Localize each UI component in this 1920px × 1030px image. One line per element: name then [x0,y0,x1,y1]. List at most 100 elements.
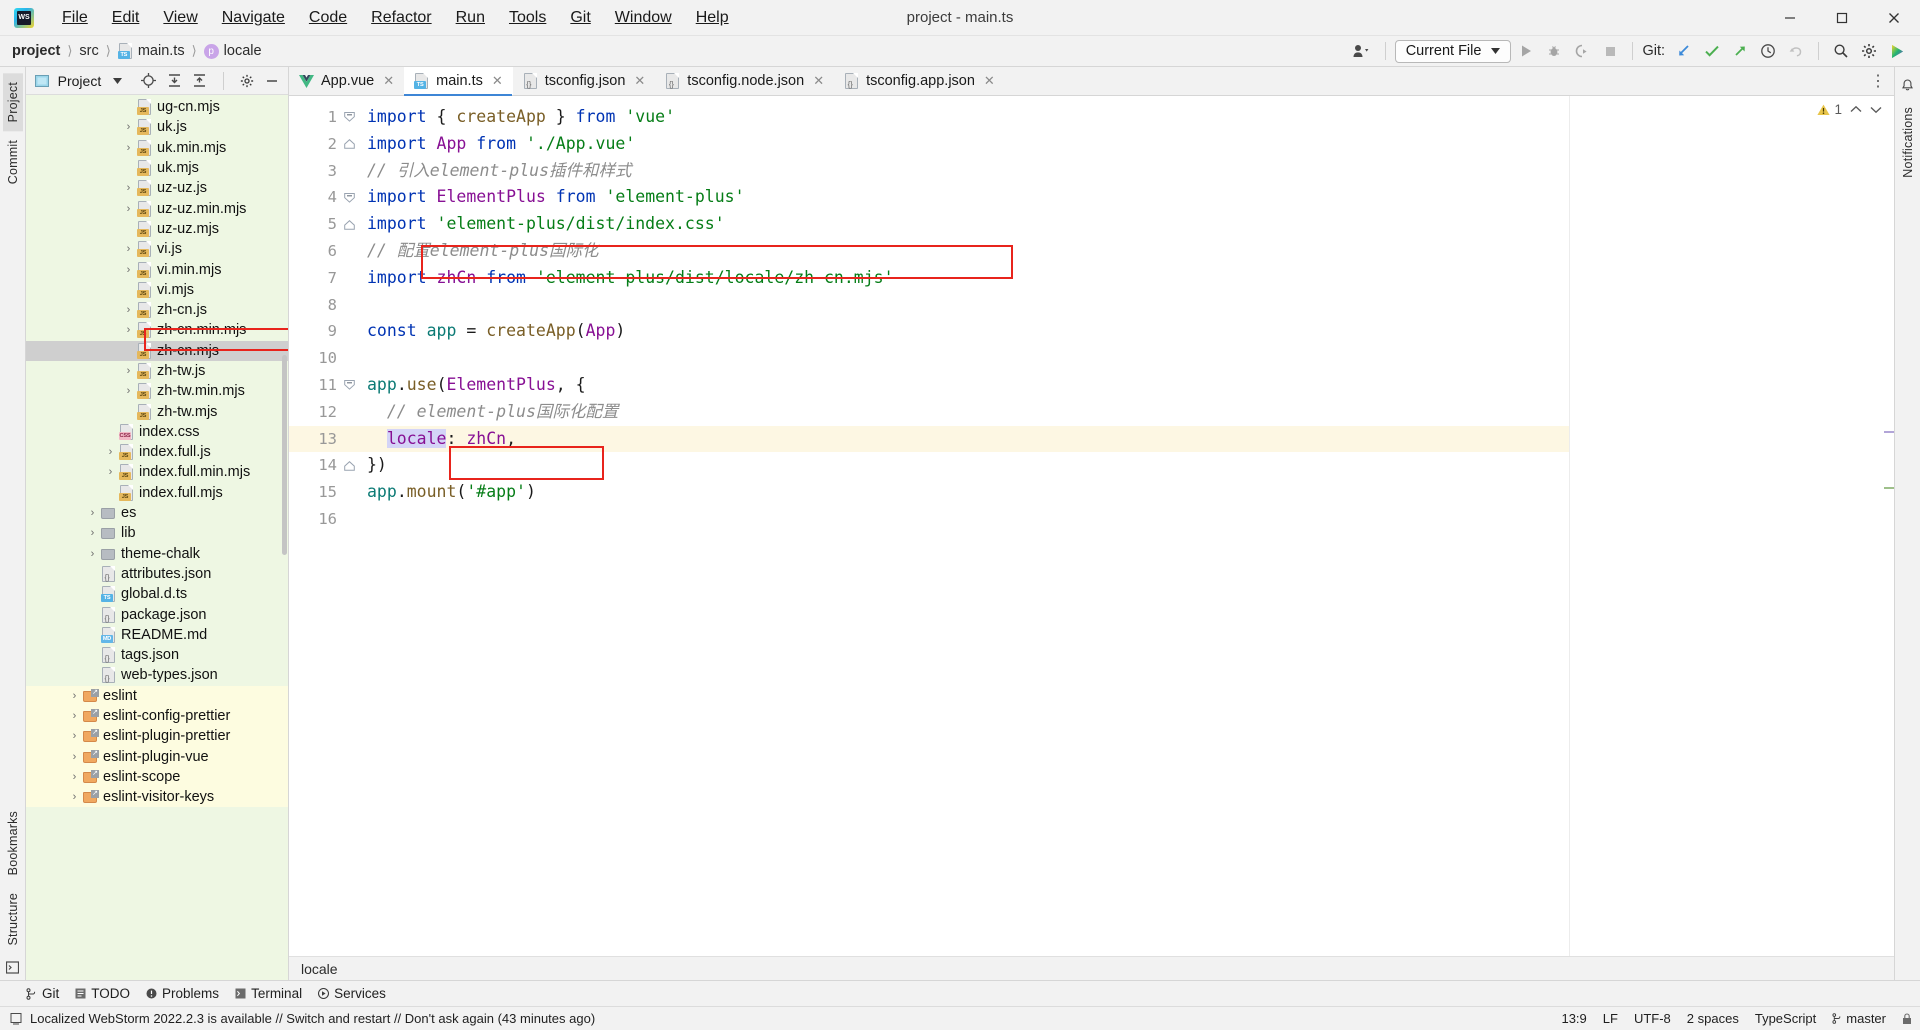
menu-view[interactable]: View [151,5,209,31]
code-line-4[interactable]: import ElementPlus from 'element-plus' [359,184,1569,211]
fold-end-icon[interactable] [344,460,355,471]
menu-tools[interactable]: Tools [497,5,558,31]
run-configuration-selector[interactable]: Current File [1394,39,1512,63]
expand-arrow-icon[interactable]: › [66,690,83,702]
expand-arrow-icon[interactable]: › [120,243,137,255]
tree-item-lib[interactable]: › lib [26,523,288,543]
tree-item-zh-tw-mjs[interactable]: JS zh-tw.mjs [26,401,288,421]
expand-arrow-icon[interactable]: › [66,791,83,803]
project-file-tree[interactable]: JS ug-cn.mjs › JS uk.js › JS uk.min.mjs JS uk.mjs… [26,95,288,980]
fold-collapse-icon[interactable] [344,380,355,391]
collapse-all-icon[interactable] [190,71,210,91]
expand-arrow-icon[interactable]: › [84,527,101,539]
expand-arrow-icon[interactable]: › [84,548,101,560]
tool-window-todo[interactable]: TODO [75,986,130,1001]
lock-icon[interactable] [1902,1012,1912,1025]
tree-item-uz-uz-js[interactable]: › JS uz-uz.js [26,178,288,198]
expand-arrow-icon[interactable]: › [66,771,83,783]
sidebar-item-bookmarks[interactable]: Bookmarks [3,802,23,884]
code-line-8[interactable] [359,292,1569,319]
code-content[interactable]: import { createApp } from 'vue' import Ap… [359,96,1569,956]
code-line-12[interactable]: // element-plus国际化配置 [359,399,1569,426]
fold-end-icon[interactable] [344,219,355,230]
code-line-7[interactable]: import zhCn from 'element-plus/dist/loca… [359,265,1569,292]
tree-item-zh-cn-mjs[interactable]: JS zh-cn.mjs [26,340,288,361]
tool-window-git[interactable]: Git [26,986,59,1001]
breadcrumb-src[interactable]: src [79,43,98,59]
sidebar-item-commit[interactable]: Commit [3,131,23,193]
code-line-3[interactable]: // 引入element-plus插件和样式 [359,158,1569,185]
line-number[interactable]: 11 [289,372,359,399]
minimize-button[interactable] [1764,0,1816,36]
menu-run[interactable]: Run [444,5,497,31]
editor-breadcrumb[interactable]: locale [289,956,1894,980]
caret-position[interactable]: 13:9 [1561,1011,1586,1026]
tree-item-vi-min-mjs[interactable]: › JS vi.min.mjs [26,259,288,279]
ide-assistant-icon[interactable] [1884,39,1910,63]
menu-edit[interactable]: Edit [100,5,152,31]
fold-end-icon[interactable] [344,139,355,150]
run-icon[interactable] [1513,39,1539,63]
debug-icon[interactable] [1541,39,1567,63]
tree-item-theme-chalk[interactable]: › theme-chalk [26,544,288,564]
locate-icon[interactable] [139,71,159,91]
sidebar-item-project[interactable]: Project [2,73,23,132]
tree-item-vi-js[interactable]: › JS vi.js [26,239,288,259]
expand-arrow-icon[interactable]: › [120,264,137,276]
inspection-widget[interactable]: 1 [1817,102,1882,117]
maximize-button[interactable] [1816,0,1868,36]
expand-all-icon[interactable] [165,71,185,91]
line-number[interactable]: 1 [289,104,359,131]
close-icon[interactable]: ✕ [634,73,645,89]
tree-item-uk-mjs[interactable]: JS uk.mjs [26,158,288,178]
breadcrumb-project[interactable]: project [12,43,60,59]
tree-item-eslint-plugin-vue[interactable]: › ↗ eslint-plugin-vue [26,746,288,767]
expand-arrow-icon[interactable]: › [120,203,137,215]
expand-arrow-icon[interactable]: › [120,385,137,397]
close-icon[interactable]: ✕ [492,73,503,89]
expand-arrow-icon[interactable]: › [120,365,137,377]
notifications-bell-icon[interactable] [1901,73,1914,98]
tree-item-eslint-scope[interactable]: › ↗ eslint-scope [26,766,288,788]
menu-window[interactable]: Window [603,5,684,31]
fold-collapse-icon[interactable] [344,112,355,123]
code-line-11[interactable]: app.use(ElementPlus, { [359,372,1569,399]
commit-icon[interactable] [1699,39,1725,63]
tree-item-attributes-json[interactable]: {} attributes.json [26,564,288,584]
code-line-5[interactable]: import 'element-plus/dist/index.css' [359,211,1569,238]
line-number[interactable]: 2 [289,131,359,158]
tree-item-zh-tw-js[interactable]: › JS zh-tw.js [26,361,288,381]
tool-window-services[interactable]: Services [318,986,386,1001]
stop-icon[interactable] [1597,39,1623,63]
line-number[interactable]: 12 [289,399,359,426]
tool-window-problems[interactable]: Problems [146,986,219,1001]
search-everywhere-icon[interactable] [1828,39,1854,63]
expand-arrow-icon[interactable]: › [102,446,119,458]
tab-overflow-button[interactable]: ⋮ [1870,67,1894,95]
code-line-14[interactable]: }) [359,452,1569,479]
code-line-6[interactable]: // 配置element-plus国际化 [359,238,1569,265]
coverage-icon[interactable] [1569,39,1595,63]
tree-item-zh-tw-min-mjs[interactable]: › JS zh-tw.min.mjs [26,381,288,401]
tree-item-global-d-ts[interactable]: TS global.d.ts [26,584,288,604]
line-number[interactable]: 15 [289,479,359,506]
tree-scrollbar[interactable] [282,355,287,555]
expand-arrow-icon[interactable]: › [120,304,137,316]
tree-item-zh-cn-min-mjs[interactable]: › JS zh-cn.min.mjs [26,320,288,340]
code-line-2[interactable]: import App from './App.vue' [359,131,1569,158]
line-number[interactable]: 16 [289,506,359,533]
line-number[interactable]: 7 [289,265,359,292]
prev-problem-icon[interactable] [1850,105,1862,114]
tab-app-vue[interactable]: App.vue ✕ [289,67,404,95]
chevron-down-icon[interactable] [107,71,127,91]
expand-arrow-icon[interactable]: › [66,751,83,763]
tree-item-ug-cn-mjs[interactable]: JS ug-cn.mjs [26,97,288,117]
line-number[interactable]: 6 [289,238,359,265]
file-encoding[interactable]: UTF-8 [1634,1011,1671,1026]
sidebar-item-notifications[interactable]: Notifications [1898,98,1918,187]
tree-item-uz-uz-mjs[interactable]: JS uz-uz.mjs [26,219,288,239]
tree-item-index-full-js[interactable]: › JS index.full.js [26,442,288,462]
tree-item-readme-md[interactable]: MD README.md [26,625,288,645]
close-icon[interactable]: ✕ [813,73,824,89]
terminal-rail-icon[interactable] [6,955,19,980]
